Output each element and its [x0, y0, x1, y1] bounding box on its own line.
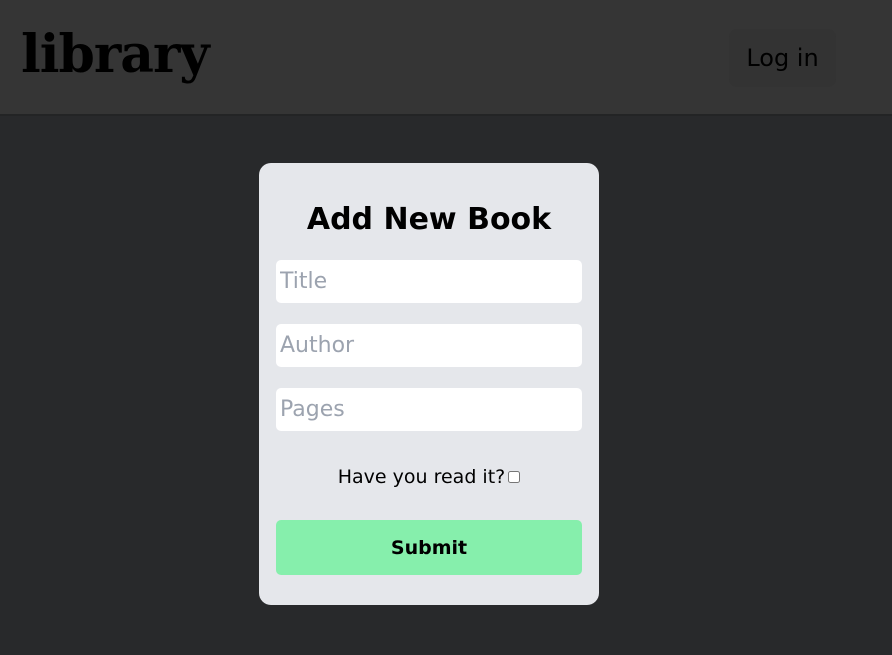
pages-input[interactable]: [276, 388, 582, 431]
top-header: library Log in: [0, 0, 892, 116]
submit-button[interactable]: Submit: [276, 520, 582, 575]
title-input[interactable]: [276, 260, 582, 303]
read-status-checkbox[interactable]: [508, 471, 521, 483]
form-title: Add New Book: [306, 202, 552, 237]
read-status-label: Have you read it?: [337, 466, 506, 488]
read-status-row: Have you read it?: [259, 463, 599, 491]
login-button[interactable]: Log in: [729, 29, 836, 87]
app-logo: library: [21, 24, 210, 85]
author-input[interactable]: [276, 324, 582, 367]
